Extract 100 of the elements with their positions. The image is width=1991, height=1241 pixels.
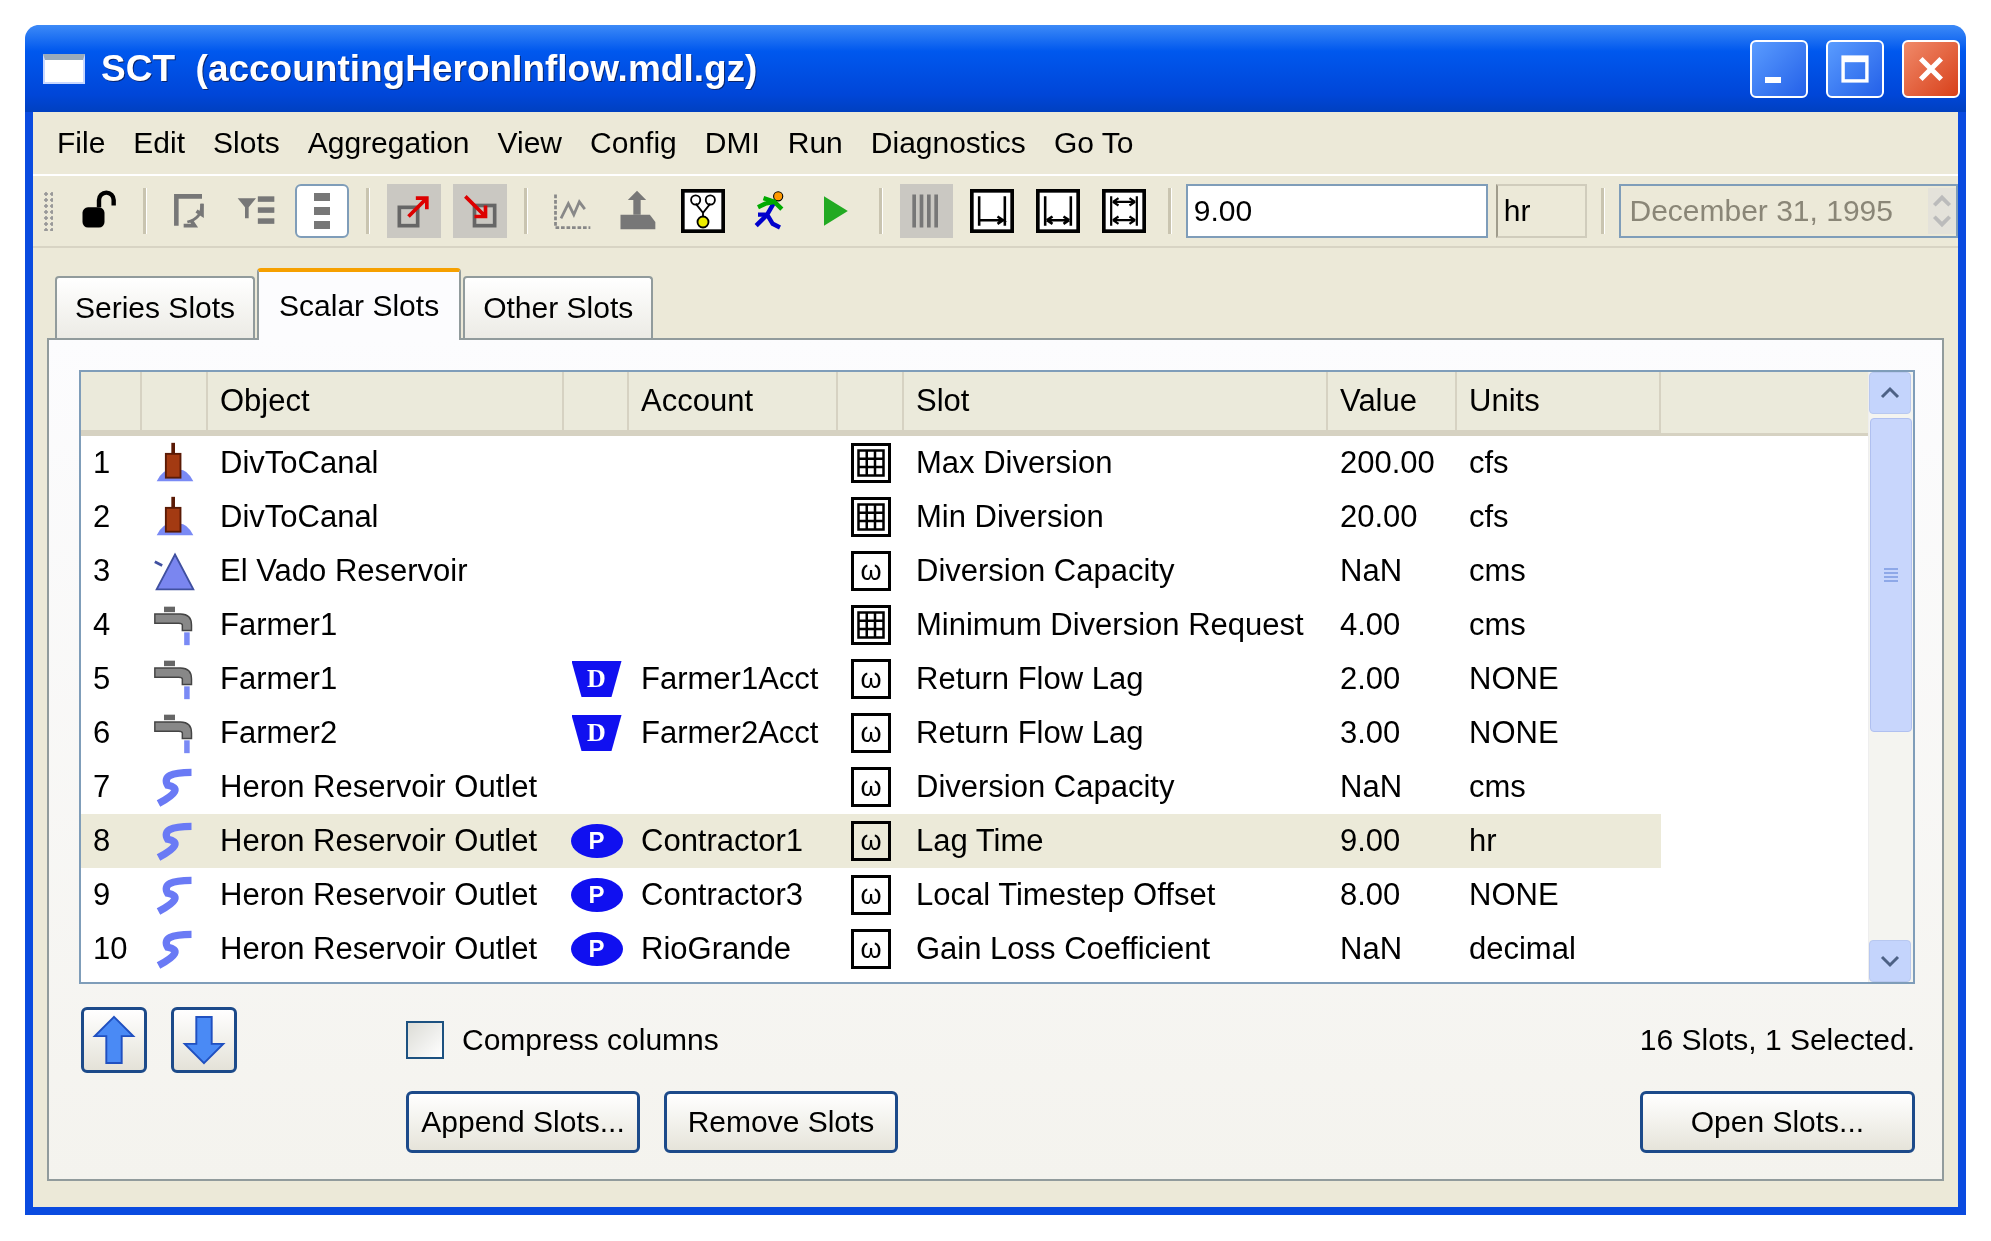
- chevron-down-icon: [1879, 953, 1901, 969]
- slot-value: 9.00: [1340, 823, 1401, 859]
- row-number: 10: [93, 931, 128, 967]
- menu-item[interactable]: Slots: [199, 122, 294, 164]
- table-row[interactable]: 7 Heron Reservoir Outlet ω Diversion Capacity NaN cms: [81, 760, 1661, 814]
- slot-units: hr: [1469, 823, 1497, 859]
- scroll-down-button[interactable]: [1869, 940, 1911, 982]
- table-slot-icon: [851, 605, 891, 645]
- tab[interactable]: Other Slots: [463, 276, 654, 338]
- menu-item[interactable]: DMI: [690, 122, 774, 164]
- table-row[interactable]: 3 El Vado Reservoir ω Diversion Capacity NaN cms: [81, 544, 1661, 598]
- column-header[interactable]: Account: [641, 383, 753, 419]
- table-row[interactable]: 10 Heron Reservoir Outlet P RioGrande ω Gain Loss Coefficient NaN decimal: [81, 922, 1661, 976]
- slot-name: Return Flow Lag: [916, 715, 1144, 751]
- menu-item[interactable]: Aggregation: [293, 122, 484, 164]
- move-down-button[interactable]: [171, 1007, 237, 1073]
- scalar-slot-symbol: ω: [851, 875, 891, 915]
- slot-units: cfs: [1469, 445, 1509, 481]
- minimize-button[interactable]: [1750, 39, 1808, 98]
- table-slot-icon: [851, 497, 891, 537]
- object-name: El Vado Reservoir: [220, 553, 468, 589]
- column-header[interactable]: Value: [1340, 383, 1417, 419]
- spinner-icon: [1928, 188, 1957, 234]
- node-link-icon: [681, 189, 726, 233]
- table-row[interactable]: 9 Heron Reservoir Outlet P Contractor3 ω Local Timestep Offset 8.00 NONE: [81, 868, 1661, 922]
- slot-name: Diversion Capacity: [916, 553, 1175, 589]
- object-name: Heron Reservoir Outlet: [220, 823, 537, 859]
- column-header[interactable]: Slot: [916, 383, 970, 419]
- account-badge: D: [571, 715, 622, 751]
- slot-units: cfs: [1469, 499, 1509, 535]
- close-button[interactable]: [1902, 39, 1960, 98]
- scalar-slot-symbol: ω: [851, 713, 891, 753]
- fit-left-icon: [970, 189, 1015, 233]
- table-row[interactable]: 1 DivToCanal Max Diversion 200.00 cfs: [81, 436, 1661, 490]
- object-name: Heron Reservoir Outlet: [220, 877, 537, 913]
- slot-name: Return Flow Lag: [916, 661, 1144, 697]
- slot-name: Min Diversion: [916, 499, 1104, 535]
- slot-value: 8.00: [1340, 877, 1401, 913]
- row-number: 7: [93, 769, 111, 805]
- object-name: Heron Reservoir Outlet: [220, 769, 537, 805]
- column-header[interactable]: Object: [220, 383, 310, 419]
- table-row[interactable]: 4 Farmer1 Minimum Diversion Request 4.00 cms: [81, 598, 1661, 652]
- remove-slots-button[interactable]: Remove Slots: [664, 1091, 898, 1153]
- slot-value: 20.00: [1340, 499, 1418, 535]
- minimize-icon: [1765, 76, 1781, 83]
- slot-name: Diversion Capacity: [916, 769, 1175, 805]
- arrow-up-icon: [92, 1015, 136, 1065]
- menu-item[interactable]: Diagnostics: [856, 122, 1040, 164]
- account-name: Contractor3: [641, 877, 803, 913]
- grip-icon: [1881, 566, 1901, 584]
- slot-units: cms: [1469, 553, 1526, 589]
- table-row[interactable]: 2 DivToCanal Min Diversion 20.00 cfs: [81, 490, 1661, 544]
- checkbox-label[interactable]: Compress columns: [462, 1023, 719, 1057]
- slot-units: NONE: [1469, 661, 1559, 697]
- slot-name: Max Diversion: [916, 445, 1113, 481]
- move-up-button[interactable]: [81, 1007, 147, 1073]
- table-row[interactable]: 5 Farmer1 D Farmer1Acct ω Return Flow Lag 2.00 NONE: [81, 652, 1661, 706]
- slot-value: NaN: [1340, 553, 1402, 589]
- slot-name: Local Timestep Offset: [916, 877, 1216, 913]
- maximize-button[interactable]: [1826, 39, 1884, 98]
- row-number: 1: [93, 445, 111, 481]
- slot-units: cms: [1469, 607, 1526, 643]
- slot-value: NaN: [1340, 931, 1402, 967]
- account-badge: P: [570, 824, 623, 858]
- object-name: Farmer1: [220, 661, 338, 697]
- checkbox[interactable]: [406, 1021, 444, 1059]
- slot-value: 4.00: [1340, 607, 1401, 643]
- scrollbar-thumb[interactable]: [1870, 418, 1912, 732]
- row-number: 2: [93, 499, 111, 535]
- account-name: Farmer1Acct: [641, 661, 819, 697]
- slot-value: 3.00: [1340, 715, 1401, 751]
- menu-item[interactable]: Edit: [119, 122, 200, 164]
- menu-item[interactable]: Go To: [1039, 122, 1148, 164]
- scalar-slot-symbol: ω: [851, 929, 891, 969]
- account-badge: P: [570, 932, 623, 966]
- menu-item[interactable]: File: [43, 122, 120, 164]
- list-icon: [314, 193, 331, 229]
- table-row[interactable]: 6 Farmer2 D Farmer2Acct ω Return Flow Lag 3.00 NONE: [81, 706, 1661, 760]
- slot-units: decimal: [1469, 931, 1576, 967]
- object-name: Farmer1: [220, 607, 338, 643]
- table-row[interactable]: 8 Heron Reservoir Outlet P Contractor1 ω Lag Time 9.00 hr: [81, 814, 1661, 868]
- scalar-slot-symbol: ω: [851, 767, 891, 807]
- menu-item[interactable]: Config: [576, 122, 691, 164]
- object-name: Heron Reservoir Outlet: [220, 931, 537, 967]
- column-header[interactable]: Units: [1469, 383, 1540, 419]
- open-slots-button[interactable]: Open Slots...: [1639, 1091, 1915, 1153]
- object-name: DivToCanal: [220, 445, 379, 481]
- account-badge: P: [570, 878, 623, 912]
- toolbar-grip[interactable]: [43, 191, 53, 231]
- slot-value: NaN: [1340, 769, 1402, 805]
- account-name: Contractor1: [641, 823, 803, 859]
- menu-item[interactable]: View: [483, 122, 577, 164]
- scroll-up-button[interactable]: [1869, 372, 1911, 414]
- value-field[interactable]: 9.00: [1185, 184, 1488, 238]
- slot-value: 200.00: [1340, 445, 1435, 481]
- row-number: 6: [93, 715, 111, 751]
- append-slots-button[interactable]: Append Slots...: [406, 1091, 640, 1153]
- tab[interactable]: Series Slots: [55, 276, 256, 338]
- tab[interactable]: Scalar Slots: [257, 268, 462, 340]
- menu-item[interactable]: Run: [773, 122, 857, 164]
